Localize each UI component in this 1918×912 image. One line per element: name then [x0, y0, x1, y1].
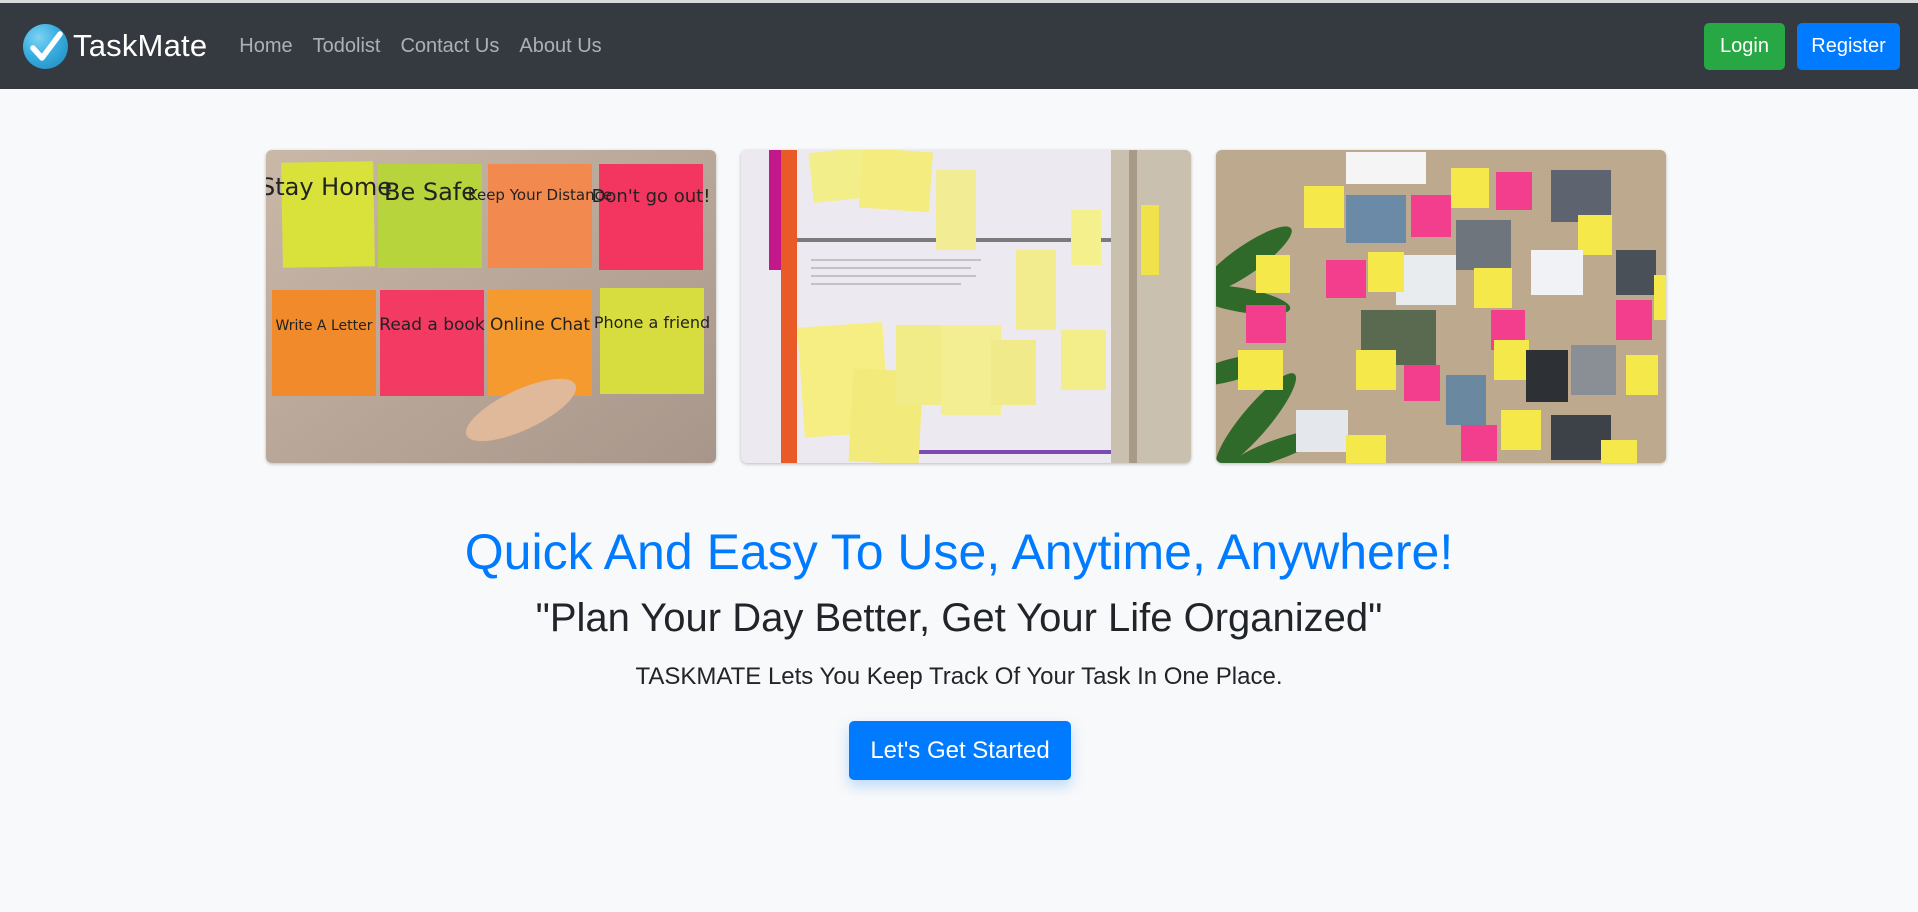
moodboard-image [1216, 150, 1666, 463]
nav-link-about-us[interactable]: About Us [509, 35, 611, 58]
auth-buttons: Login Register [1704, 23, 1900, 70]
get-started-button[interactable]: Let's Get Started [849, 721, 1071, 780]
note-online-chat: Online Chat [490, 315, 590, 335]
nav-link-home[interactable]: Home [229, 35, 302, 58]
navbar: TaskMate Home Todolist Contact Us About … [0, 3, 1918, 89]
nav-link-todolist[interactable]: Todolist [303, 35, 391, 58]
note-dont-go-out: Don't go out! [592, 186, 711, 207]
note-stay-home: Stay Home [266, 173, 392, 201]
login-button[interactable]: Login [1704, 23, 1785, 70]
hero-subheadline: "Plan Your Day Better, Get Your Life Org… [535, 596, 1383, 640]
note-keep-distance: Keep Your Distance [468, 186, 612, 204]
brand-name: TaskMate [73, 28, 208, 63]
sticky-notes-image: Stay Home Be Safe Keep Your Distance Don… [266, 150, 716, 463]
register-button[interactable]: Register [1797, 23, 1900, 70]
note-be-safe: Be Safe [384, 178, 476, 206]
note-write-letter: Write A Letter [276, 318, 373, 334]
check-circle-icon [23, 23, 68, 69]
whiteboard-image [741, 150, 1191, 463]
note-phone-friend: Phone a friend [594, 313, 710, 332]
brand-link[interactable]: TaskMate [23, 23, 208, 69]
nav-links: Home Todolist Contact Us About Us [229, 35, 611, 58]
note-read-book: Read a book [379, 315, 485, 335]
nav-link-contact-us[interactable]: Contact Us [390, 35, 509, 58]
hero-headline: Quick And Easy To Use, Anytime, Anywhere… [464, 524, 1454, 580]
hero-description: TASKMATE Lets You Keep Track Of Your Tas… [635, 663, 1283, 690]
